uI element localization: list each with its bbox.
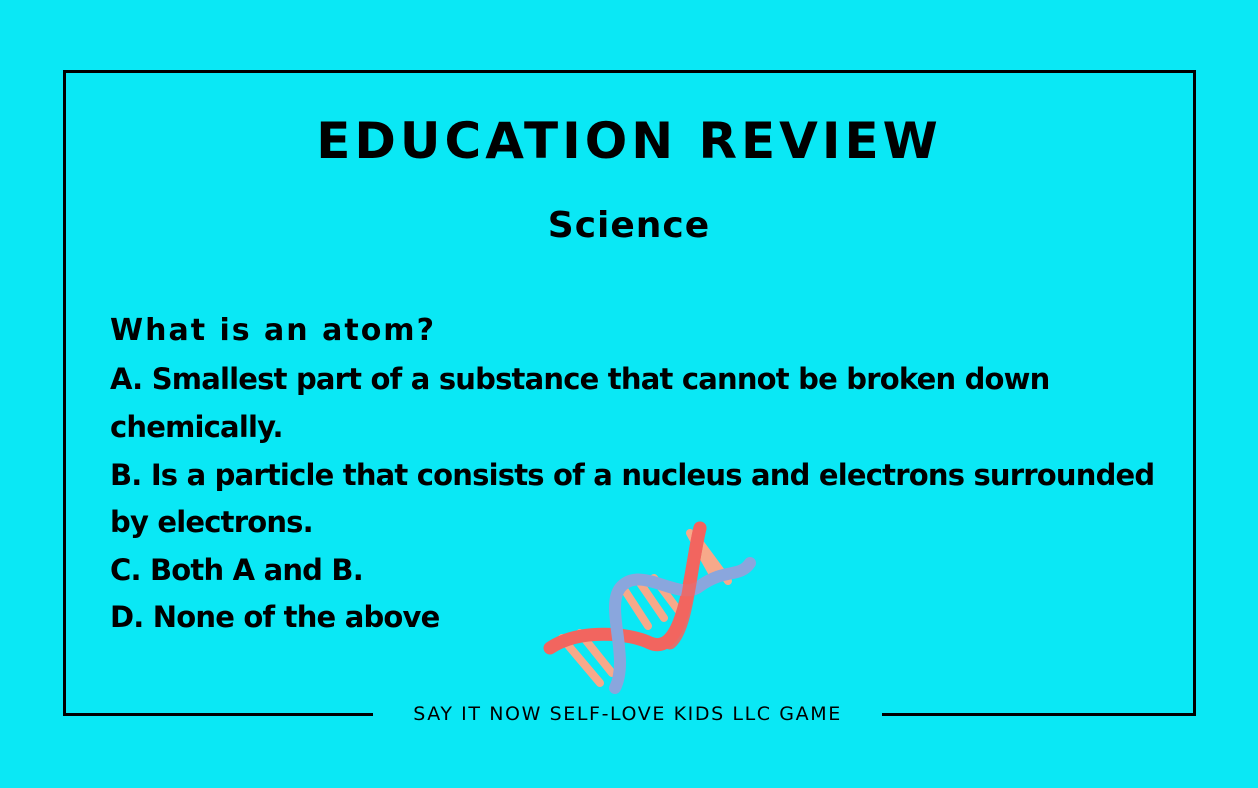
frame-border-bottom-left	[63, 713, 373, 716]
frame-border-top	[63, 70, 1196, 73]
option-a: A. Smallest part of a substance that can…	[110, 362, 1050, 396]
option-b-continued: by electrons.	[110, 505, 314, 539]
dna-helix-icon	[543, 521, 756, 694]
footer-credit: SAY IT NOW SELF-LOVE KIDS LLC GAME	[413, 703, 842, 725]
option-d: D. None of the above	[110, 600, 440, 634]
frame-border-bottom-right	[882, 713, 1196, 716]
question-text: What is an atom?	[110, 313, 436, 348]
option-b: B. Is a particle that consists of a nucl…	[110, 458, 1155, 492]
page-title: EDUCATION REVIEW	[316, 112, 942, 170]
option-c: C. Both A and B.	[110, 553, 364, 587]
option-a-continued: chemically.	[110, 410, 284, 444]
subject-heading: Science	[547, 205, 711, 246]
